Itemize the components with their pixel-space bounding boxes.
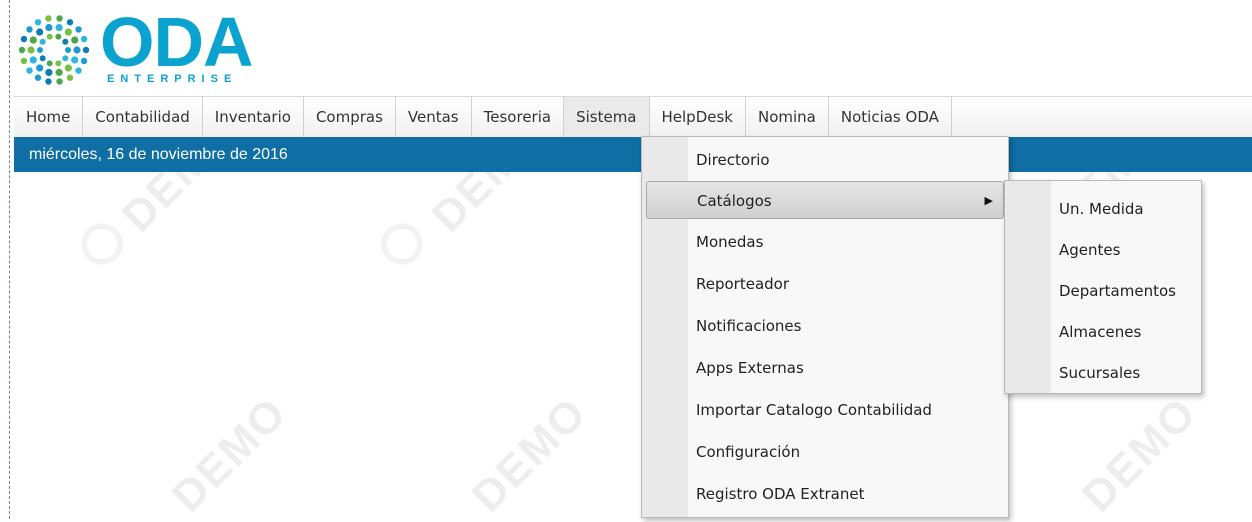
menu-sistema[interactable]: Sistema	[564, 97, 650, 137]
menu-item-importar-catalogo[interactable]: Importar Catalogo Contabilidad	[646, 391, 1004, 429]
menu-noticias-oda[interactable]: Noticias ODA	[829, 97, 952, 137]
submenu-item-agentes[interactable]: Agentes	[1009, 232, 1197, 268]
sistema-dropdown-menu: Directorio Catálogos ▶ Monedas Reporteado…	[641, 136, 1009, 518]
watermark-text: DEMO	[462, 387, 597, 522]
menu-item-directorio[interactable]: Directorio	[646, 141, 1004, 179]
menu-item-catalogos[interactable]: Catálogos ▶	[646, 181, 1004, 219]
menu-item-label: Notificaciones	[696, 317, 802, 335]
menu-helpdesk[interactable]: HelpDesk	[650, 97, 746, 137]
menu-item-configuracion[interactable]: Configuración	[646, 433, 1004, 471]
menu-item-monedas[interactable]: Monedas	[646, 223, 1004, 261]
catalogos-submenu: Un. Medida Agentes Departamentos Almacen…	[1004, 180, 1202, 394]
submenu-item-sucursales[interactable]: Sucursales	[1009, 355, 1197, 391]
watermark-burst-icon	[72, 214, 132, 274]
submenu-item-almacenes[interactable]: Almacenes	[1009, 314, 1197, 350]
menu-item-notificaciones[interactable]: Notificaciones	[646, 307, 1004, 345]
oda-logo: ODA ENTERPRISE	[14, 3, 274, 90]
menu-compras[interactable]: Compras	[304, 97, 396, 137]
menu-nomina[interactable]: Nomina	[746, 97, 829, 137]
menu-item-label: Apps Externas	[696, 359, 804, 377]
logo-subtext: ENTERPRISE	[107, 73, 238, 85]
menu-item-label: Directorio	[696, 151, 770, 169]
menu-item-apps-externas[interactable]: Apps Externas	[646, 349, 1004, 387]
left-guide-line	[9, 0, 10, 519]
watermark-burst-icon	[372, 214, 432, 274]
logo-burst-icon	[18, 15, 90, 85]
menu-inventario[interactable]: Inventario	[203, 97, 304, 137]
menu-item-label: Registro ODA Extranet	[696, 485, 865, 503]
watermark-text: DEMO	[162, 387, 297, 522]
menu-item-registro-oda-extranet[interactable]: Registro ODA Extranet	[646, 475, 1004, 513]
logo-text: ODA	[100, 3, 254, 81]
menu-item-label: Monedas	[696, 233, 764, 251]
menu-ventas[interactable]: Ventas	[396, 97, 472, 137]
submenu-arrow-icon: ▶	[984, 194, 993, 207]
submenu-item-departamentos[interactable]: Departamentos	[1009, 273, 1197, 309]
menu-item-label: Catálogos	[697, 192, 772, 210]
date-bar: miércoles, 16 de noviembre de 2016	[14, 137, 1252, 172]
menu-item-label: Importar Catalogo Contabilidad	[696, 401, 932, 419]
menu-home[interactable]: Home	[14, 97, 84, 137]
menu-contabilidad[interactable]: Contabilidad	[83, 97, 203, 137]
menu-item-label: Configuración	[696, 443, 801, 461]
watermark-text: DEMO	[1072, 387, 1207, 522]
main-menubar: Home Contabilidad Inventario Compras Ven…	[14, 96, 1252, 138]
menu-item-reporteador[interactable]: Reporteador	[646, 265, 1004, 303]
menu-tesoreria[interactable]: Tesoreria	[472, 97, 565, 137]
submenu-item-un-medida[interactable]: Un. Medida	[1009, 191, 1197, 227]
menu-item-label: Reporteador	[696, 275, 790, 293]
